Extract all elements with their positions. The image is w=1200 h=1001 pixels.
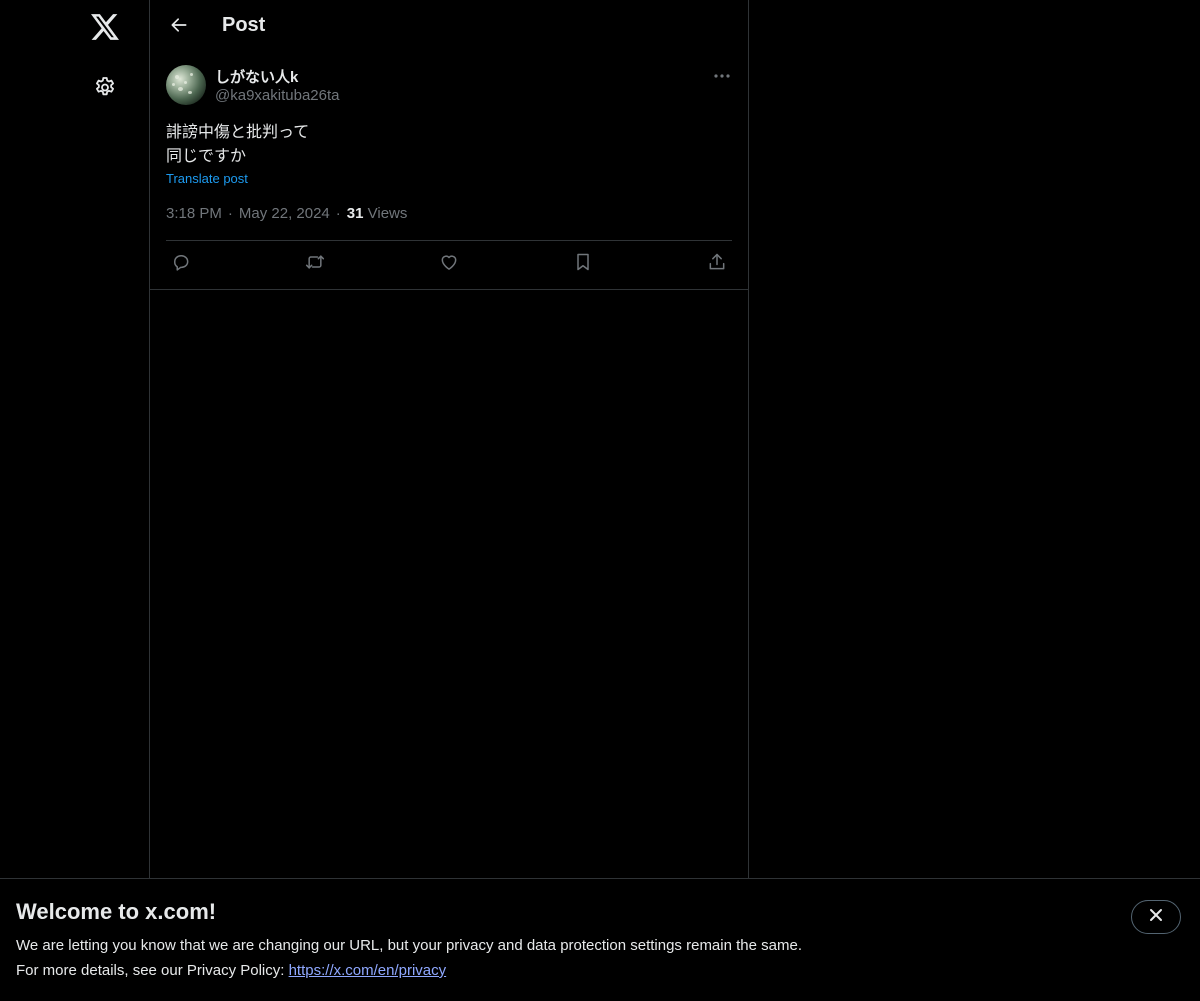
meta-separator: · [227,205,233,222]
more-options-button[interactable] [708,63,736,87]
back-button[interactable] [162,10,196,44]
author-handle[interactable]: @ka9xakituba26ta [215,87,339,104]
banner-privacy-text: For more details, see our Privacy Policy… [16,962,446,979]
meta-separator: · [335,205,341,222]
post-article: しがない人k @ka9xakituba26ta 誹謗中傷と批判って 同じですか … [150,53,748,290]
left-navigation [0,0,149,1000]
post-text-line: 同じですか [166,146,247,165]
post-actions [166,249,732,279]
avatar[interactable] [166,65,206,105]
arrow-left-icon [169,15,189,40]
banner-title: Welcome to x.com! [16,899,217,924]
post-text-line: 誹謗中傷と批判って [166,122,310,141]
views-count: 31 [346,205,364,222]
share-button[interactable] [702,249,732,279]
translate-post-link[interactable]: Translate post [166,171,248,186]
reply-button[interactable] [166,249,196,279]
gear-icon[interactable] [88,70,122,104]
main-column: Post しがない人k @ka9xakituba26ta 誹謗中傷と批判って 同 [149,0,749,1000]
privacy-policy-link[interactable]: https://x.com/en/privacy [289,962,447,979]
url-change-banner: Welcome to x.com! We are letting you kno… [0,878,1200,1001]
close-icon [1149,908,1163,927]
bookmark-button[interactable] [568,249,598,279]
banner-privacy-prefix: For more details, see our Privacy Policy… [16,962,289,979]
reply-icon [171,252,191,277]
post-date[interactable]: May 22, 2024 [239,205,330,222]
post-metadata: 3:18 PM · May 22, 2024 · 31 Views [166,205,407,222]
like-icon [439,252,459,277]
banner-message: We are letting you know that we are chan… [16,937,802,954]
page-title: Post [222,14,266,36]
author-display-name[interactable]: しがない人k [215,66,298,87]
x-logo-icon[interactable] [88,10,122,44]
divider [166,240,732,241]
views-label: Views [367,205,408,222]
post-time[interactable]: 3:18 PM [166,205,222,222]
post-text: 誹謗中傷と批判って 同じですか [166,120,732,168]
bookmark-icon [574,252,592,277]
like-button[interactable] [434,249,464,279]
repost-icon [304,252,326,277]
page-header: Post [150,0,748,53]
share-icon [707,252,727,277]
repost-button[interactable] [300,249,330,279]
close-banner-button[interactable] [1131,900,1181,934]
more-horizontal-icon [713,66,731,84]
